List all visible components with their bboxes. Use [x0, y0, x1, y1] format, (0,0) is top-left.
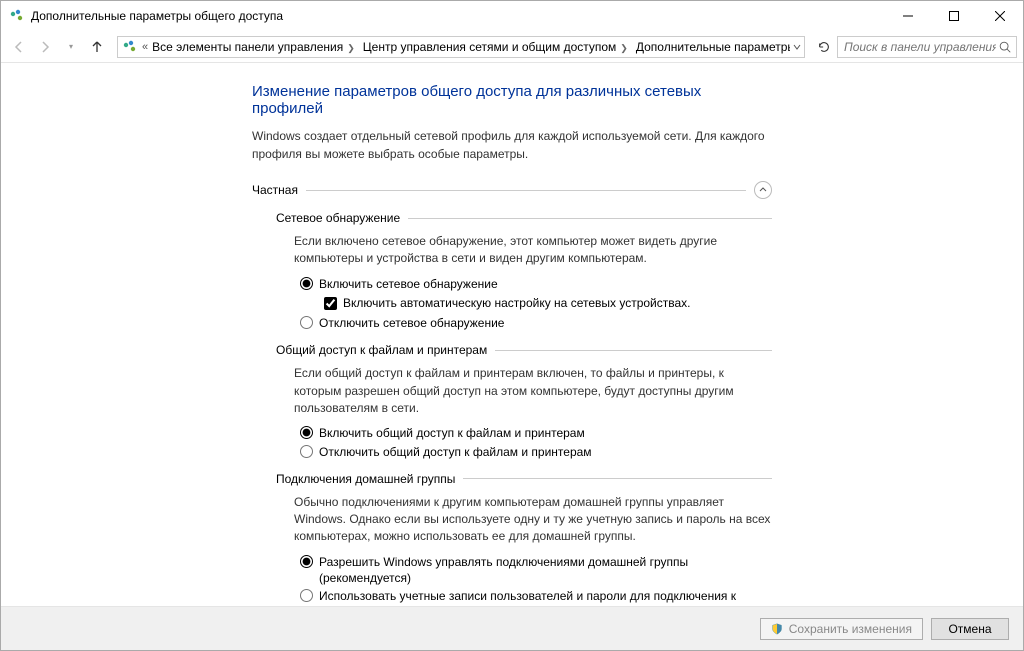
section-fileshare: Общий доступ к файлам и принтерам Если о… — [276, 343, 772, 460]
nav-back-button[interactable] — [7, 35, 31, 59]
save-button-label: Сохранить изменения — [789, 622, 912, 636]
window-title: Дополнительные параметры общего доступа — [31, 9, 885, 23]
nav-up-button[interactable] — [85, 35, 109, 59]
section-homegroup-desc: Обычно подключениями к другим компьютера… — [294, 494, 772, 546]
titlebar: Дополнительные параметры общего доступа — [1, 1, 1023, 31]
profile-private-label: Частная — [252, 183, 298, 197]
crumb-2[interactable]: Дополнительные параметры общего доступа — [636, 40, 790, 54]
search-input[interactable] — [842, 39, 998, 55]
profile-private: Частная Сетевое обнаружение Если включен… — [252, 181, 772, 606]
search-icon — [998, 40, 1012, 54]
refresh-button[interactable] — [813, 36, 835, 58]
settings-panel: Изменение параметров общего доступа для … — [252, 83, 772, 606]
maximize-button[interactable] — [931, 1, 977, 31]
checkbox-auto-setup-label: Включить автоматическую настройку на сет… — [343, 296, 691, 310]
search-box[interactable] — [837, 36, 1017, 58]
radio-discovery-on-label: Включить сетевое обнаружение — [319, 276, 498, 292]
section-discovery-title: Сетевое обнаружение — [276, 211, 400, 225]
radio-discovery-on[interactable] — [300, 277, 313, 290]
section-homegroup: Подключения домашней группы Обычно подкл… — [276, 472, 772, 606]
crumb-0[interactable]: Все элементы панели управления❯ — [152, 40, 359, 54]
section-discovery: Сетевое обнаружение Если включено сетево… — [276, 211, 772, 331]
radio-fileshare-off-label: Отключить общий доступ к файлам и принте… — [319, 444, 592, 460]
radio-fileshare-on-label: Включить общий доступ к файлам и принтер… — [319, 425, 585, 441]
radio-homegroup-allow[interactable] — [300, 555, 313, 568]
radio-homegroup-allow-label: Разрешить Windows управлять подключениям… — [319, 554, 772, 586]
toolbar: ▾ « Все элементы панели управления❯ Цент… — [1, 31, 1023, 63]
content: Изменение параметров общего доступа для … — [1, 63, 1023, 606]
nav-recent-button[interactable]: ▾ — [59, 35, 83, 59]
breadcrumb[interactable]: « Все элементы панели управления❯ Центр … — [117, 36, 805, 58]
section-fileshare-desc: Если общий доступ к файлам и принтерам в… — [294, 365, 772, 417]
radio-homegroup-user-label: Использовать учетные записи пользователе… — [319, 588, 772, 606]
page-title: Изменение параметров общего доступа для … — [252, 83, 772, 117]
radio-homegroup-user[interactable] — [300, 589, 313, 602]
shield-icon — [771, 623, 783, 635]
radio-discovery-off-label: Отключить сетевое обнаружение — [319, 315, 504, 331]
breadcrumb-dropdown[interactable] — [790, 43, 804, 51]
minimize-button[interactable] — [885, 1, 931, 31]
page-intro: Windows создает отдельный сетевой профил… — [252, 127, 772, 163]
radio-fileshare-off[interactable] — [300, 445, 313, 458]
breadcrumb-icon — [122, 39, 138, 55]
app-icon — [9, 8, 25, 24]
section-discovery-desc: Если включено сетевое обнаружение, этот … — [294, 233, 772, 268]
close-button[interactable] — [977, 1, 1023, 31]
breadcrumb-overflow[interactable]: « — [142, 41, 148, 53]
nav-forward-button[interactable] — [33, 35, 57, 59]
save-button[interactable]: Сохранить изменения — [760, 618, 923, 640]
radio-discovery-off[interactable] — [300, 316, 313, 329]
section-fileshare-title: Общий доступ к файлам и принтерам — [276, 343, 487, 357]
window: Дополнительные параметры общего доступа … — [0, 0, 1024, 651]
footer: Сохранить изменения Отмена — [1, 606, 1023, 650]
crumb-1[interactable]: Центр управления сетями и общим доступом… — [363, 40, 632, 54]
collapse-icon[interactable] — [754, 181, 772, 199]
section-homegroup-title: Подключения домашней группы — [276, 472, 455, 486]
checkbox-auto-setup[interactable] — [324, 297, 337, 310]
cancel-button[interactable]: Отмена — [931, 618, 1009, 640]
profile-private-header[interactable]: Частная — [252, 181, 772, 199]
radio-fileshare-on[interactable] — [300, 426, 313, 439]
